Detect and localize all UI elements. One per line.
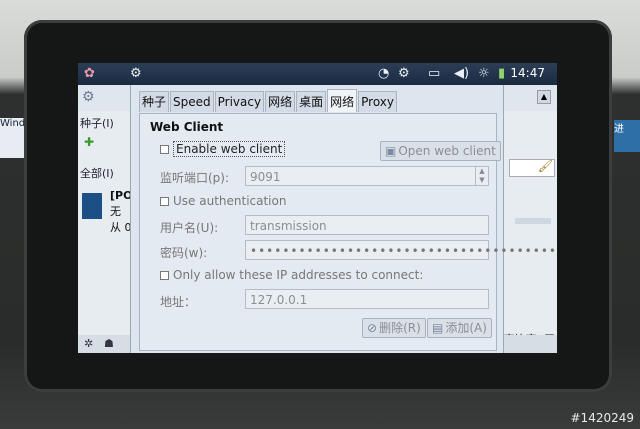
- open-icon: ▣: [385, 144, 397, 158]
- ip-whitelist-checkbox[interactable]: Only allow these IP addresses to connect…: [160, 268, 423, 282]
- device-screen: ✿ ⚙ ◔ ⚙ ▭ ◀) ☼ ▮ 14:47 ⚙ 种子(I) ✚ 全部(I) […: [78, 63, 557, 353]
- delete-icon: ⊘: [367, 321, 378, 335]
- port-spinner[interactable]: 9091 ▲ ▼: [245, 166, 489, 186]
- use-auth-label: Use authentication: [173, 194, 287, 208]
- brightness-icon[interactable]: ☼: [478, 66, 490, 81]
- scroll-up-icon[interactable]: ▲: [537, 90, 551, 104]
- left-strip-text: Wind: [0, 118, 24, 129]
- enable-web-client-label[interactable]: Enable web client: [173, 141, 286, 157]
- username-field[interactable]: transmission: [245, 215, 489, 235]
- torrent-source: 从 0: [110, 221, 132, 234]
- delete-label: 删除(R): [379, 321, 421, 335]
- watermark: #1420249: [570, 411, 635, 425]
- tab-speed[interactable]: Speed: [170, 91, 214, 112]
- ip-whitelist-label: Only allow these IP addresses to connect…: [173, 268, 424, 282]
- password-value: ••••••••••••••••••••••••••••••••••••••••: [250, 244, 557, 258]
- tab-network[interactable]: 网络: [265, 91, 296, 112]
- tab-torrents[interactable]: 种子: [139, 91, 170, 112]
- add-icon[interactable]: ✚: [84, 135, 94, 149]
- checkbox-icon[interactable]: [160, 271, 169, 280]
- add-label: 添加(A): [445, 321, 487, 335]
- progress-bar: [515, 218, 551, 224]
- open-web-client-button[interactable]: ▣ Open web client: [380, 141, 501, 161]
- password-label: 密码(w):: [160, 246, 208, 260]
- app-grid-icon[interactable]: ✿: [84, 66, 95, 81]
- transmission-icon[interactable]: ⚙: [130, 66, 142, 81]
- preferences-tabs: 种子 Speed Privacy 网络 桌面 网络 Proxy: [139, 89, 398, 113]
- port-label: 监听端口(p):: [160, 171, 230, 185]
- password-field[interactable]: ••••••••••••••••••••••••••••••••••••••••: [245, 240, 557, 260]
- torrent-status: 无: [110, 205, 121, 218]
- volume-icon[interactable]: ◀): [454, 66, 469, 81]
- web-tab-panel: Web Client Enable web client ▣ Open web c…: [139, 113, 557, 351]
- use-auth-checkbox[interactable]: Use authentication: [160, 194, 286, 208]
- background-window-strip-left: Wind: [0, 118, 24, 158]
- tab-desktop[interactable]: 桌面: [296, 91, 327, 112]
- right-strip-text: 进: [614, 124, 624, 135]
- battery-icon: ▮: [498, 66, 506, 81]
- spinner-arrows-icon[interactable]: ▲ ▼: [475, 167, 488, 185]
- tab-privacy[interactable]: Privacy: [214, 91, 265, 112]
- transmission-main-window: ⚙ 种子(I) ✚ 全部(I) [PO 无 从 0 ▲ 🖌 享比率: 无 ✲ ☗…: [78, 85, 557, 353]
- gear-icon[interactable]: ✲: [84, 337, 93, 350]
- preferences-dialog: 种子 Speed Privacy 网络 桌面 网络 Proxy Web Clie…: [130, 85, 557, 353]
- section-title: Web Client: [150, 120, 224, 134]
- checkbox-icon[interactable]: [160, 197, 169, 206]
- address-label: 地址：: [160, 295, 197, 309]
- address-list[interactable]: 127.0.0.1: [245, 289, 489, 309]
- film-icon: [82, 193, 102, 219]
- add-button[interactable]: ▤ 添加(A): [427, 318, 492, 338]
- delete-button[interactable]: ⊘ 删除(R): [362, 318, 426, 338]
- battery-charge-icon: ▭: [428, 66, 441, 81]
- wifi-icon: ◔: [378, 66, 390, 81]
- add-icon: ▤: [432, 321, 444, 335]
- status-bar: ✿ ⚙ ◔ ⚙ ▭ ◀) ☼ ▮ 14:47: [78, 63, 557, 85]
- transmission-icon: ⚙: [82, 89, 95, 105]
- tab-proxy[interactable]: Proxy: [358, 91, 398, 112]
- username-value: transmission: [250, 219, 327, 233]
- main-window-right: ▲ 🖌 享比率: 无: [499, 85, 557, 353]
- port-value: 9091: [250, 170, 281, 184]
- username-label: 用户名(U):: [160, 221, 219, 235]
- turtle-icon[interactable]: ☗: [104, 337, 114, 350]
- address-value: 127.0.0.1: [250, 293, 308, 307]
- clear-icon[interactable]: 🖌: [538, 159, 553, 173]
- clock: 14:47: [510, 66, 545, 80]
- filter-all[interactable]: 全部(I): [80, 165, 114, 181]
- open-web-client-label: Open web client: [398, 144, 496, 158]
- transmission-icon[interactable]: ⚙: [398, 66, 410, 81]
- tab-web[interactable]: 网络: [327, 89, 358, 112]
- background-window-strip-right: 进: [614, 120, 640, 152]
- enable-web-client-checkbox[interactable]: Enable web client: [160, 141, 286, 157]
- menu-torrent[interactable]: 种子(I): [80, 115, 114, 131]
- checkbox-icon[interactable]: [160, 145, 169, 154]
